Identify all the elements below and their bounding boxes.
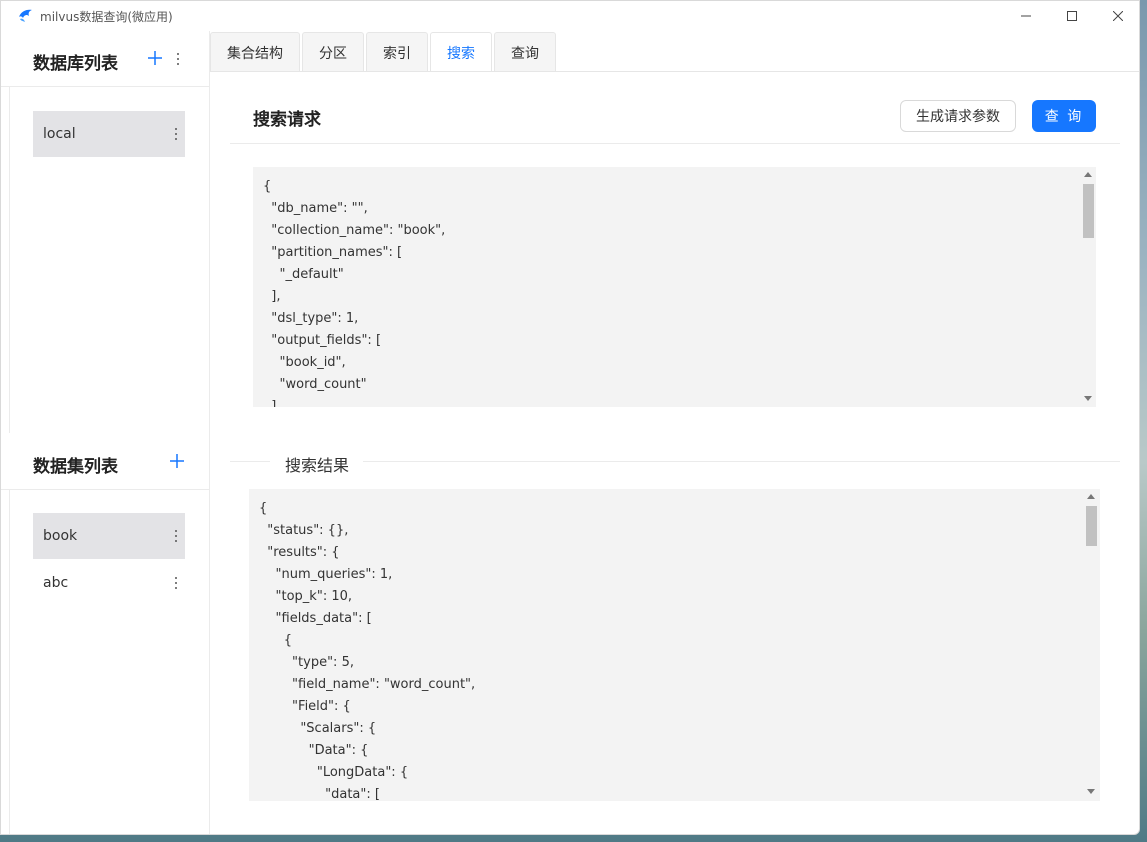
title-bar: milvus数据查询(微应用) (1, 1, 1139, 31)
scroll-thumb[interactable] (1086, 506, 1097, 546)
code-line: "Data": { (259, 743, 369, 758)
request-scrollbar[interactable] (1080, 167, 1096, 407)
code-line: { (259, 501, 268, 516)
code-line: "partition_names": [ (263, 245, 403, 260)
code-line: "Scalars": { (259, 721, 377, 736)
tab-bar-divider (210, 71, 1139, 72)
divider (9, 489, 10, 834)
scroll-up-icon[interactable] (1087, 494, 1095, 499)
plus-icon (170, 454, 184, 468)
tab-indexes[interactable]: 索引 (366, 32, 428, 72)
search-result-viewer[interactable]: { "status": {}, "results": { "num_querie… (249, 489, 1100, 801)
tab-partitions[interactable]: 分区 (302, 32, 364, 72)
collection-item-book[interactable]: book (33, 513, 185, 559)
collection-list-header: 数据集列表 (1, 433, 210, 490)
code-line: "status": {}, (259, 523, 349, 538)
code-line: "field_name": "word_count", (259, 677, 476, 692)
code-line: "LongData": { (259, 765, 409, 780)
code-line: "book_id", (263, 355, 346, 370)
collection-item-label: abc (43, 575, 69, 591)
divider (363, 461, 1120, 462)
search-result-title: 搜索结果 (285, 456, 350, 475)
search-request-editor[interactable]: { "db_name": "", "collection_name": "boo… (253, 167, 1096, 407)
code-line: "word_count" (263, 377, 367, 392)
tab-query[interactable]: 查询 (494, 32, 556, 72)
database-item[interactable]: local (33, 111, 185, 157)
left-sidebar: 数据库列表 local 数据集列表 book abc (1, 31, 210, 834)
code-line: "Field": { (259, 699, 351, 714)
divider (230, 143, 1120, 144)
collection-item-label: book (43, 528, 78, 544)
result-scrollbar[interactable] (1083, 489, 1099, 801)
maximize-button[interactable] (1049, 1, 1095, 31)
code-line: "results": { (259, 545, 340, 560)
scroll-down-icon[interactable] (1084, 396, 1092, 401)
database-item-label: local (43, 126, 76, 142)
code-line: "_default" (263, 267, 344, 282)
database-list-title: 数据库列表 (33, 54, 118, 74)
divider (9, 87, 10, 433)
code-line: "output_fields": [ (263, 333, 382, 348)
generate-params-button[interactable]: 生成请求参数 (900, 100, 1016, 132)
close-icon (1113, 11, 1123, 21)
maximize-icon (1067, 11, 1077, 21)
minimize-icon (1021, 15, 1031, 17)
code-line: "db_name": "", (263, 201, 368, 216)
tab-collection-schema[interactable]: 集合结构 (210, 32, 300, 72)
sidebar-border (209, 31, 210, 834)
scroll-thumb[interactable] (1083, 184, 1094, 238)
divider (230, 461, 270, 462)
collection-item-menu-icon[interactable] (171, 575, 181, 591)
code-line: ], (263, 289, 281, 304)
database-more-menu-icon[interactable] (173, 51, 183, 67)
code-line: "data": [ (259, 787, 380, 801)
collection-list-title: 数据集列表 (33, 457, 118, 477)
tab-bar: 集合结构 分区 索引 搜索 查询 (210, 32, 558, 72)
collection-item-abc[interactable]: abc (33, 560, 185, 606)
app-logo-icon (19, 9, 32, 22)
scroll-down-icon[interactable] (1087, 789, 1095, 794)
window-title: milvus数据查询(微应用) (40, 10, 173, 24)
search-request-title: 搜索请求 (253, 110, 321, 130)
close-button[interactable] (1095, 1, 1139, 31)
code-line: ], (263, 399, 281, 407)
add-collection-button[interactable] (168, 453, 186, 471)
plus-icon (148, 51, 162, 65)
query-button[interactable]: 查 询 (1032, 100, 1096, 132)
add-database-button[interactable] (146, 50, 164, 68)
database-item-menu-icon[interactable] (171, 126, 181, 142)
app-window: milvus数据查询(微应用) 数据库列表 local 数据集列表 book a… (0, 0, 1140, 835)
tab-search[interactable]: 搜索 (430, 32, 492, 72)
code-line: "dsl_type": 1, (263, 311, 359, 326)
code-line: "fields_data": [ (259, 611, 372, 626)
scroll-up-icon[interactable] (1084, 172, 1092, 177)
request-code-lines: { "db_name": "", "collection_name": "boo… (263, 176, 1096, 407)
code-line: { (263, 179, 272, 194)
code-line: "type": 5, (259, 655, 354, 670)
code-line: "num_queries": 1, (259, 567, 393, 582)
database-list-header: 数据库列表 (1, 31, 210, 87)
minimize-button[interactable] (1003, 1, 1049, 31)
code-line: { (259, 633, 293, 648)
code-line: "collection_name": "book", (263, 223, 446, 238)
code-line: "top_k": 10, (259, 589, 353, 604)
collection-item-menu-icon[interactable] (171, 528, 181, 544)
result-code-lines: { "status": {}, "results": { "num_querie… (259, 498, 1100, 801)
